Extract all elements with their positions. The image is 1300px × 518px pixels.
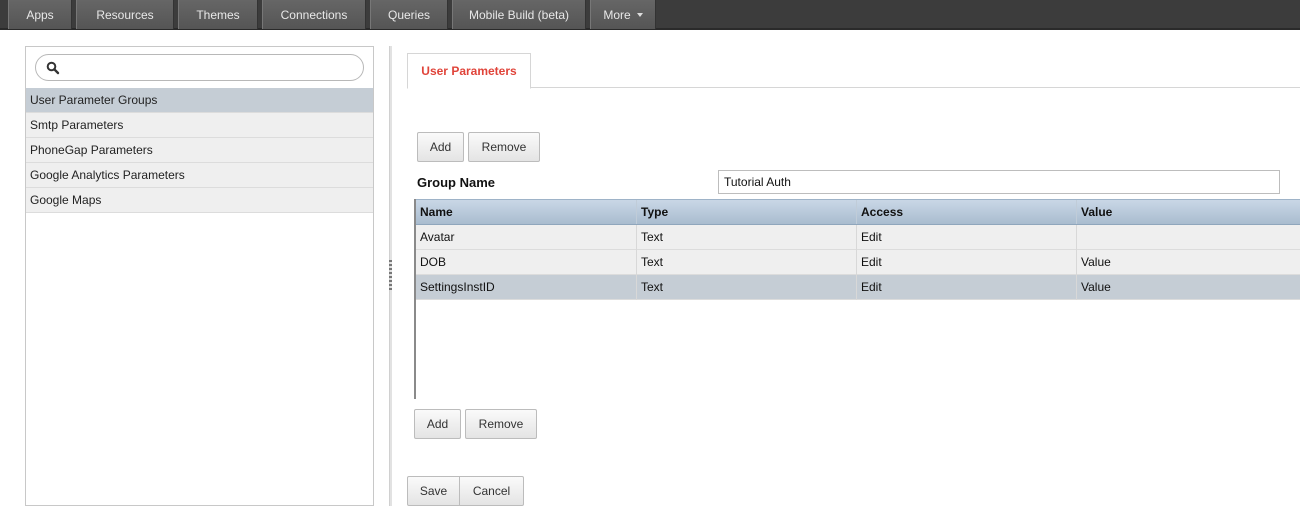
table-row[interactable]: Avatar Text Edit: [416, 225, 1300, 250]
cell-type: Text: [637, 275, 857, 300]
cell-access: Edit: [857, 225, 1077, 250]
cancel-button[interactable]: Cancel: [459, 476, 524, 506]
left-panel: User Parameter Groups Smtp Parameters Ph…: [25, 46, 374, 506]
cell-value: Value: [1081, 280, 1111, 294]
cell-type: Text: [637, 225, 857, 250]
sidebar-item-google-analytics-parameters[interactable]: Google Analytics Parameters: [26, 163, 373, 188]
group-name-label: Group Name: [417, 175, 496, 190]
nav-tab-mobile-build[interactable]: Mobile Build (beta): [452, 0, 586, 29]
cell-name: DOB: [416, 250, 637, 275]
nav-tab-themes[interactable]: Themes: [178, 0, 258, 29]
cell-type: Text: [637, 250, 857, 275]
column-header-access[interactable]: Access: [857, 200, 1077, 224]
cell-name: Avatar: [416, 225, 637, 250]
nav-tab-resources[interactable]: Resources: [76, 0, 174, 29]
caret-down-icon: [636, 12, 643, 17]
sidebar-item-smtp-parameters[interactable]: Smtp Parameters: [26, 113, 373, 138]
nav-tab-more[interactable]: More: [590, 0, 656, 29]
cell-name: SettingsInstID: [416, 275, 637, 300]
remove-group-button[interactable]: Remove: [468, 132, 540, 162]
search-box[interactable]: [35, 54, 364, 81]
remove-parameter-button[interactable]: Remove: [465, 409, 537, 439]
cell-access: Edit: [857, 275, 1077, 300]
sidebar-item-google-maps[interactable]: Google Maps: [26, 188, 373, 213]
top-navigation-bar: Apps Resources Themes Connections Querie…: [0, 0, 1300, 30]
add-group-button[interactable]: Add: [417, 132, 464, 162]
table-row[interactable]: SettingsInstID Text Edit Value: [416, 275, 1300, 300]
nav-tab-queries[interactable]: Queries: [370, 0, 448, 29]
top-nav-tabs: Apps Resources Themes Connections Querie…: [8, 0, 660, 30]
parameter-group-list: User Parameter Groups Smtp Parameters Ph…: [26, 88, 373, 213]
cell-access: Edit: [857, 250, 1077, 275]
sidebar-item-phonegap-parameters[interactable]: PhoneGap Parameters: [26, 138, 373, 163]
parameters-grid: Name Type Access Value Avatar Text Edit …: [414, 199, 1300, 399]
sidebar-item-user-parameter-groups[interactable]: User Parameter Groups: [26, 88, 373, 113]
cell-value: [1077, 225, 1300, 250]
tab-strip-border: [407, 87, 1300, 88]
column-header-name[interactable]: Name: [416, 200, 637, 224]
nav-tab-apps[interactable]: Apps: [8, 0, 72, 29]
search-icon: [46, 61, 60, 75]
column-header-type[interactable]: Type: [637, 200, 857, 224]
search-input[interactable]: [64, 58, 356, 77]
group-name-field[interactable]: [718, 170, 1280, 194]
cell-value: Value: [1081, 255, 1111, 269]
save-button[interactable]: Save: [407, 476, 460, 506]
nav-tab-connections[interactable]: Connections: [262, 0, 366, 29]
table-row[interactable]: DOB Text Edit Value: [416, 250, 1300, 275]
splitter-grip-icon[interactable]: [389, 260, 392, 290]
tab-user-parameters[interactable]: User Parameters: [407, 53, 531, 89]
column-header-value[interactable]: Value: [1077, 200, 1300, 224]
add-parameter-button[interactable]: Add: [414, 409, 461, 439]
grid-header: Name Type Access Value: [416, 199, 1300, 225]
